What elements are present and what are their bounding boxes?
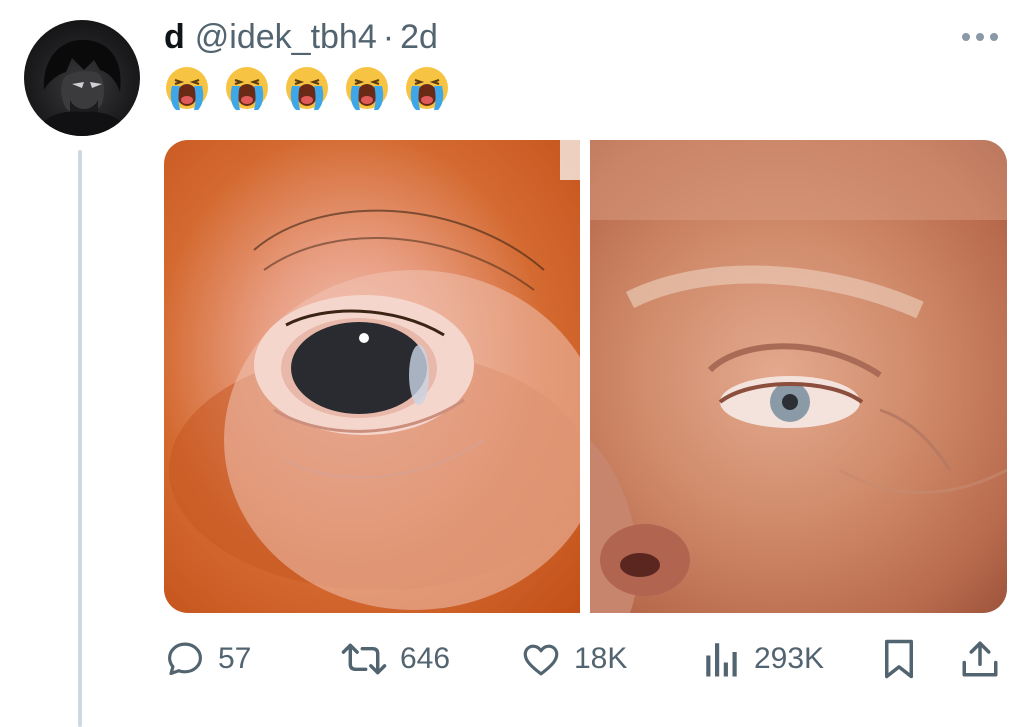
repost-button[interactable]: 646 [340,636,450,682]
share-icon [962,641,998,677]
views-button[interactable]: 293K [702,636,824,682]
share-button[interactable] [960,636,1000,682]
display-name[interactable]: d [164,18,185,57]
media-grid [164,140,1007,613]
photo-pig-eye[interactable] [164,140,580,613]
user-handle[interactable]: @idek_tbh4 [195,18,377,57]
more-icon[interactable] [962,30,1004,44]
timestamp[interactable]: 2d [400,18,438,57]
separator-dot: · [382,18,395,56]
like-count: 18K [574,642,628,675]
bookmark-icon [885,639,913,679]
views-count: 293K [754,642,825,675]
loudly-crying-face-icon [286,67,328,110]
photo-man-eye[interactable] [590,140,1007,613]
reply-count: 57 [218,642,252,675]
loudly-crying-face-icon [346,67,388,110]
like-button[interactable]: 18K [520,636,627,682]
avatar[interactable] [24,20,140,136]
loudly-crying-face-icon [406,67,448,110]
reply-button[interactable]: 57 [164,636,251,682]
repost-count: 646 [400,642,451,675]
loudly-crying-face-icon [166,67,208,110]
thread-line [78,150,82,727]
repost-icon [341,643,387,675]
loudly-crying-face-icon [226,67,268,110]
tweet-text [164,64,450,112]
reply-icon [168,642,202,676]
like-icon [523,644,559,676]
tweet-header: d @idek_tbh4 · 2d [164,18,438,58]
views-icon [706,643,737,677]
bookmark-button[interactable] [882,636,916,682]
action-bar: 57 646 18K 293K [164,636,1004,686]
